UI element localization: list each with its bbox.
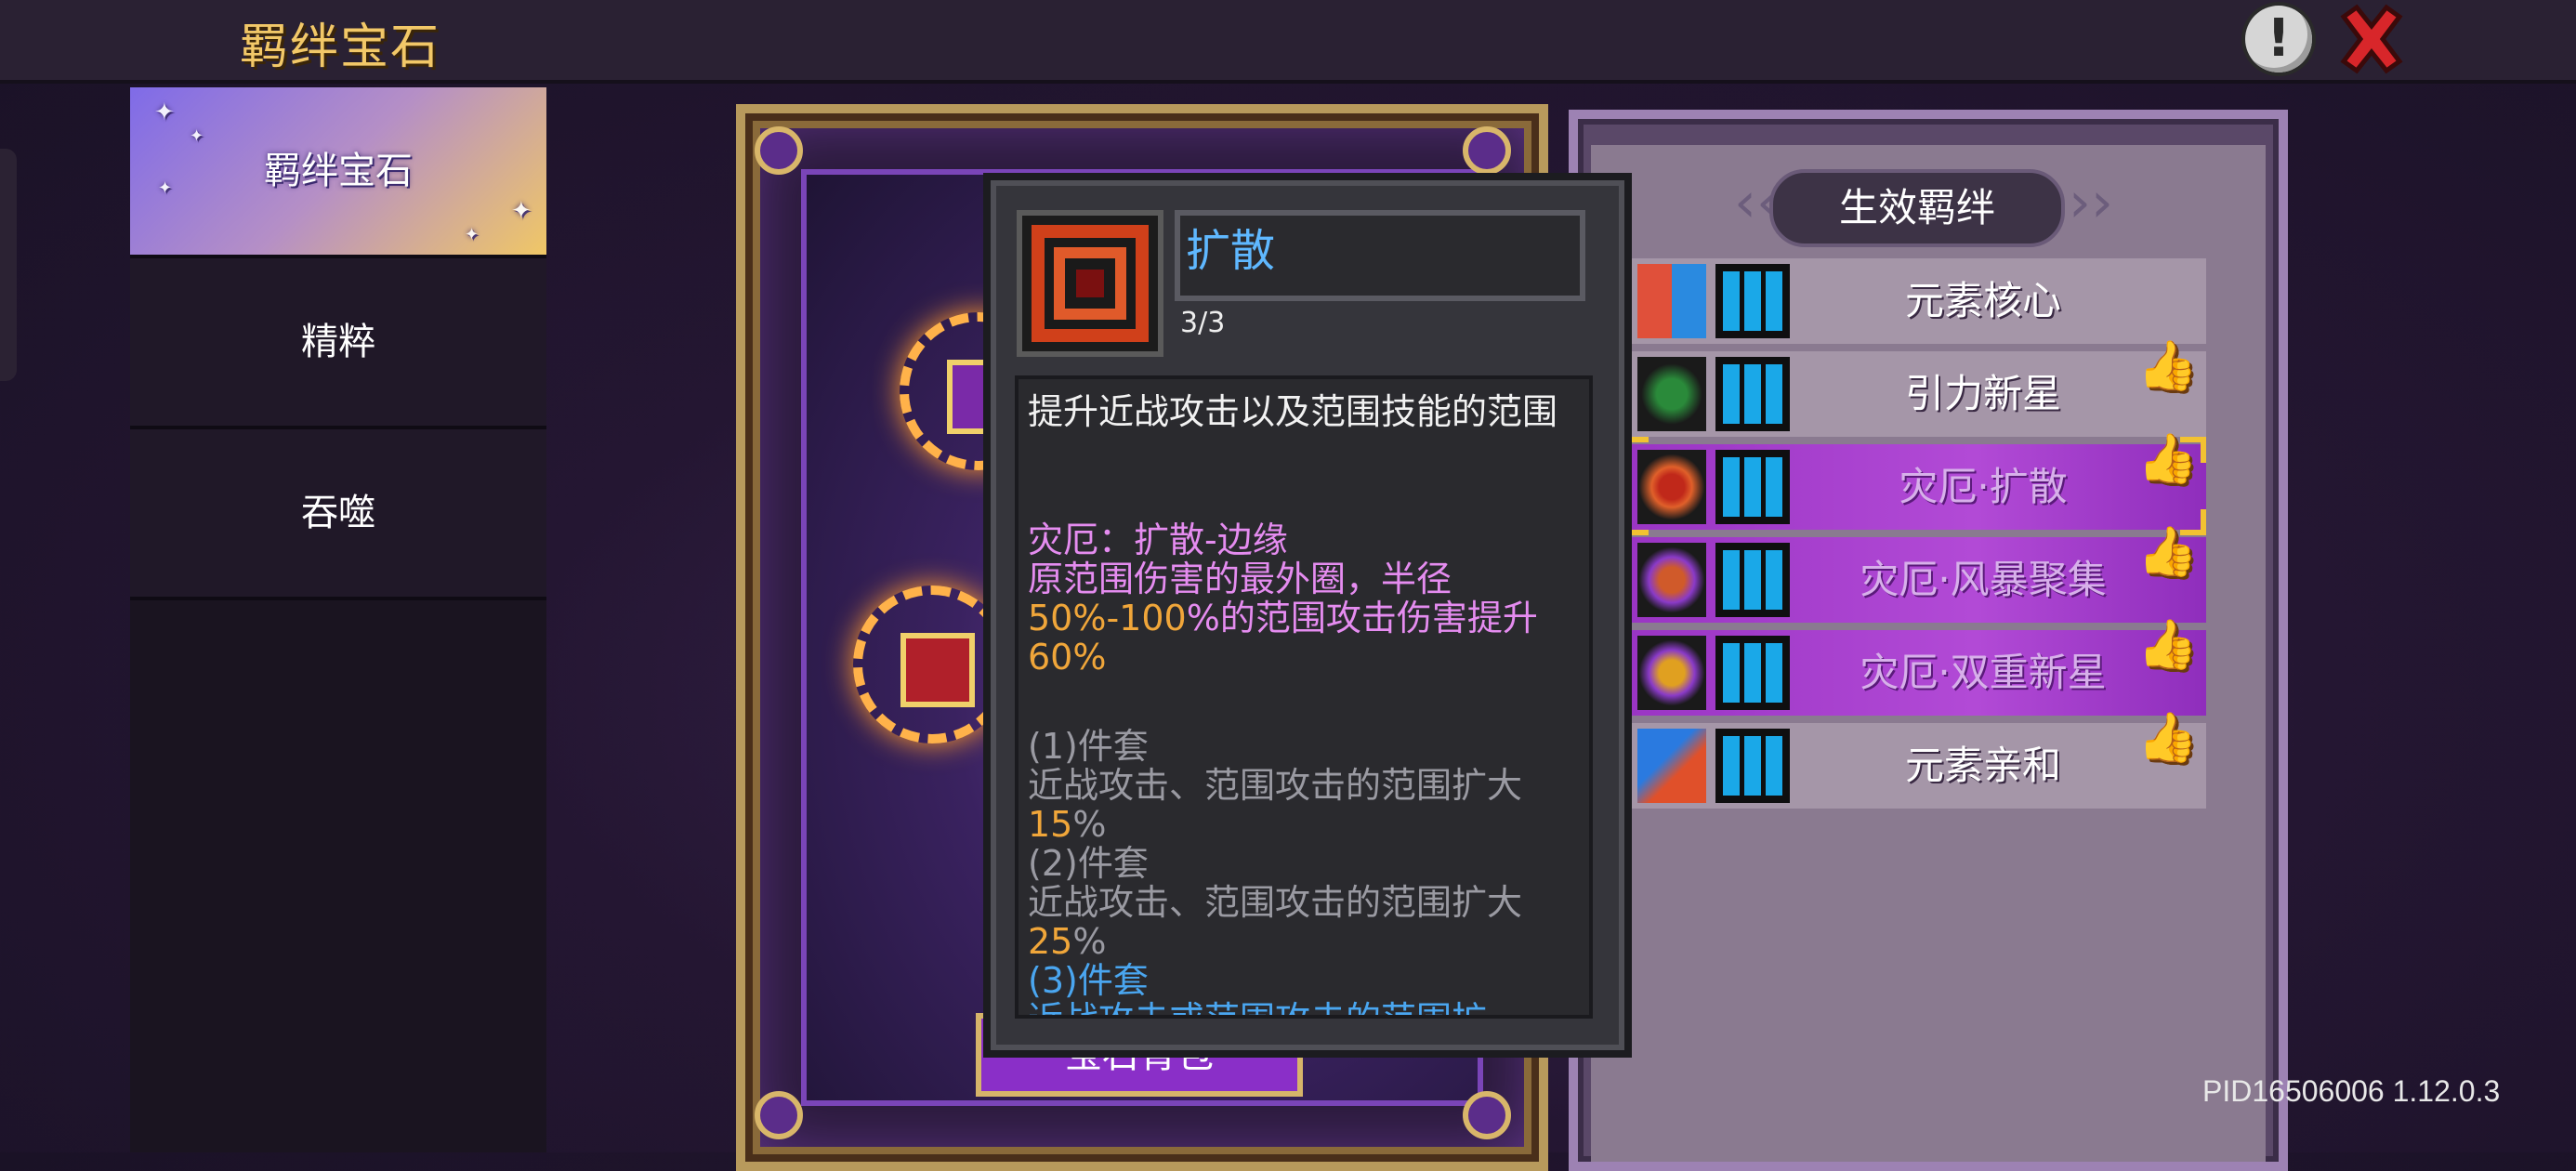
bond-row-gravity-nova[interactable]: 引力新星	[1630, 351, 2206, 437]
set-bonus-2: (2)件套 近战攻击、范围攻击的范围扩大25%	[1028, 843, 1523, 962]
bond-effect-title: 灾厄：扩散-边缘	[1028, 520, 1288, 560]
bond-row-calamity-spread[interactable]: 灾厄·扩散	[1630, 444, 2206, 530]
gravity-nova-icon	[1637, 357, 1706, 431]
tooltip-gem-count: 3/3	[1180, 307, 1226, 339]
bond-row-element-affinity[interactable]: 元素亲和	[1630, 723, 2206, 809]
bond-row-calamity-double-nova[interactable]: 灾厄·双重新星	[1630, 630, 2206, 716]
bond-row-calamity-storm[interactable]: 灾厄·风暴聚集	[1630, 537, 2206, 623]
sidebar-item-essence[interactable]: 精粹	[130, 258, 546, 429]
chevron-right-icon: ››	[2069, 170, 2113, 235]
sparkle-icon: ✦	[190, 126, 204, 146]
bond-level-bars	[1715, 450, 1790, 524]
bond-name: 灾厄·风暴聚集	[1860, 557, 2107, 602]
set-bonus-1: (1)件套 近战攻击、范围攻击的范围扩大15%	[1028, 726, 1523, 845]
corner-gem-icon	[1463, 1091, 1511, 1139]
bond-name: 灾厄·扩散	[1899, 464, 2068, 509]
sparkle-icon: ✦	[154, 99, 175, 126]
sparkle-icon: ✦	[511, 197, 532, 225]
thumbs-up-icon: 👍	[2137, 710, 2198, 766]
bonds-panel-title: 生效羁绊	[1769, 169, 2065, 247]
tooltip-desc-text: 提升近战攻击以及范围技能的范围	[1028, 391, 1558, 432]
calamity-storm-icon	[1637, 543, 1706, 617]
bond-name: 引力新星	[1904, 371, 2061, 416]
close-button[interactable]	[2334, 2, 2409, 76]
corner-gem-icon	[1463, 126, 1511, 175]
thumbs-up-icon: 👍	[2137, 617, 2198, 673]
tooltip-description[interactable]: 提升近战攻击以及范围技能的范围 灾厄：扩散-边缘 原范围伤害的最外圈，半径 50…	[1015, 375, 1593, 1019]
close-icon	[2340, 4, 2403, 74]
exclamation-icon: !	[2267, 8, 2291, 69]
corner-gem-icon	[755, 126, 803, 175]
bond-row-element-core[interactable]: 元素核心	[1630, 258, 2206, 344]
gem-icon	[900, 633, 975, 707]
bond-name: 灾厄·双重新星	[1860, 650, 2107, 695]
side-drawer-handle[interactable]	[0, 149, 17, 381]
sidebar-item-label: 羁绊宝石	[264, 150, 413, 192]
sidebar-item-devour[interactable]: 吞噬	[130, 429, 546, 600]
tooltip-gem-icon	[1017, 210, 1163, 357]
bond-effect-text: 原范围伤害的最外圈，半径 50%-100%的范围攻击伤害提升 60%	[1028, 559, 1538, 678]
bond-level-bars	[1715, 357, 1790, 431]
page-title: 羁绊宝石	[240, 20, 441, 75]
corner-gem-icon	[755, 1091, 803, 1139]
bond-level-bars	[1715, 543, 1790, 617]
element-core-icon	[1637, 264, 1706, 338]
thumbs-up-icon: 👍	[2137, 338, 2198, 394]
set-bonus-3: (3)件套 近战攻击或范围攻击的范围扩	[1028, 960, 1487, 1015]
sparkle-icon: ✦	[465, 225, 480, 244]
bond-level-bars	[1715, 264, 1790, 338]
sidebar-item-label: 吞噬	[301, 492, 375, 534]
thumbs-up-icon: 👍	[2137, 524, 2198, 580]
sidebar: ✦ ✦ ✦ ✦ ✦ 羁绊宝石 精粹 吞噬	[130, 87, 546, 1152]
calamity-double-nova-icon	[1637, 636, 1706, 710]
sidebar-item-bond-gems[interactable]: ✦ ✦ ✦ ✦ ✦ 羁绊宝石	[130, 87, 546, 258]
player-id-version: PID16506006 1.12.0.3	[2202, 1074, 2501, 1108]
sidebar-item-label: 精粹	[301, 321, 375, 363]
bond-name: 元素亲和	[1904, 743, 2061, 788]
bond-name: 元素核心	[1904, 278, 2061, 323]
thumbs-up-icon: 👍	[2137, 431, 2198, 487]
bond-level-bars	[1715, 636, 1790, 710]
tooltip-gem-name: 扩散	[1186, 225, 1276, 277]
info-button[interactable]: !	[2245, 6, 2312, 72]
element-affinity-icon	[1637, 729, 1706, 803]
bond-level-bars	[1715, 729, 1790, 803]
sparkle-icon: ✦	[158, 178, 173, 198]
